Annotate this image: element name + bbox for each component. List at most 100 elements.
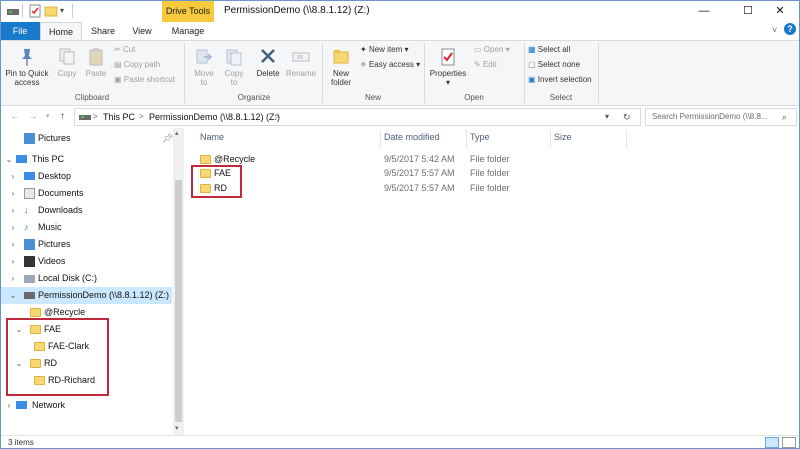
file-row[interactable]: RD 9/5/2017 5:57 AM File folder [194, 181, 594, 195]
nav-item-network[interactable]: › Network [0, 397, 172, 414]
close-button[interactable]: ✕ [764, 0, 796, 22]
nav-item-local-disk[interactable]: › Local Disk (C:) [0, 270, 172, 287]
open-label: Open [483, 45, 504, 54]
tab-manage[interactable]: Manage [162, 22, 214, 40]
collapse-ribbon-icon[interactable]: ˅ [772, 25, 777, 35]
copy-button[interactable]: Copy [54, 47, 80, 78]
open-button[interactable]: ▭ Open ▾ [474, 44, 510, 56]
chevron-right-icon[interactable]: › [4, 397, 14, 414]
customize-toolbar-icon[interactable]: ▾ [60, 4, 64, 18]
nav-scrollbar-thumb[interactable] [175, 180, 182, 422]
back-arrow-icon[interactable]: ← [10, 107, 20, 127]
search-placeholder: Search PermissionDemo (\\8.8... [652, 112, 768, 121]
select-none-button[interactable]: ▢ Select none [528, 59, 580, 71]
column-header-type[interactable]: Type [470, 132, 490, 142]
maximize-button[interactable]: ☐ [732, 0, 764, 22]
help-icon[interactable]: ? [784, 23, 796, 35]
recent-locations-chevron-icon[interactable]: ▾ [46, 107, 50, 127]
tab-home[interactable]: Home [40, 22, 82, 40]
highlight-box [191, 165, 242, 198]
new-item-button[interactable]: ✦ New item ▾ [360, 44, 409, 56]
refresh-icon[interactable]: ↻ [623, 109, 631, 125]
tab-share[interactable]: Share [84, 22, 122, 40]
nav-item-documents[interactable]: › Documents [0, 185, 172, 202]
address-dropdown-icon[interactable]: ▾ [605, 109, 609, 125]
ribbon: Pin to Quick access Copy Paste ✂ Cut ▤ C… [0, 40, 800, 106]
select-all-button[interactable]: ▦ Select all [528, 44, 570, 56]
nav-item-desktop[interactable]: › Desktop [0, 168, 172, 185]
pin-quick-access-button[interactable]: Pin to Quick access [2, 47, 52, 87]
chevron-down-icon: ▾ [503, 45, 510, 54]
chevron-down-icon[interactable]: ⌄ [8, 287, 18, 304]
pin-icon[interactable]: 📌︎ [162, 130, 173, 147]
column-header-name[interactable]: Name [200, 132, 224, 142]
ribbon-tabs: File Home Share View Manage ˅ ? [0, 22, 800, 40]
file-row[interactable]: @Recycle 9/5/2017 5:42 AM File folder [194, 152, 594, 166]
up-arrow-icon[interactable]: ↑ [60, 107, 65, 127]
invert-selection-label: Invert selection [537, 75, 592, 84]
chevron-down-icon[interactable]: ⌄ [4, 151, 14, 168]
nav-item-videos[interactable]: › Videos [0, 253, 172, 270]
column-header-size[interactable]: Size [554, 132, 572, 142]
large-icons-view-icon[interactable] [782, 437, 796, 448]
rename-button[interactable]: Rename [284, 47, 318, 78]
move-to-button[interactable]: Move to [190, 47, 218, 87]
nav-item-this-pc[interactable]: ⌄ This PC [0, 151, 172, 168]
details-view-icon[interactable] [765, 437, 779, 448]
file-row[interactable]: FAE 9/5/2017 5:57 AM File folder [194, 166, 594, 180]
chevron-right-icon[interactable]: › [8, 185, 18, 202]
scroll-up-icon[interactable]: ▴ [175, 129, 179, 137]
delete-button[interactable]: Delete [252, 47, 284, 78]
tab-view[interactable]: View [124, 22, 160, 40]
edit-button[interactable]: ✎ Edit [474, 59, 497, 71]
nav-label: Pictures [38, 133, 71, 143]
copy-to-label-2: to [230, 78, 238, 87]
highlight-box [6, 318, 109, 396]
nav-item-downloads[interactable]: › ↓ Downloads [0, 202, 172, 219]
nav-item-pictures[interactable]: › Pictures [0, 236, 172, 253]
cut-button[interactable]: ✂ Cut [114, 44, 135, 56]
breadcrumb-this-pc[interactable]: This PC [103, 109, 135, 125]
nav-item-permissiondemo[interactable]: ⌄ PermissionDemo (\\8.8.1.12) (Z:) [0, 287, 172, 304]
paste-button[interactable]: Paste [82, 47, 110, 78]
paste-shortcut-button[interactable]: ▣ Paste shortcut [114, 74, 175, 86]
search-input[interactable]: Search PermissionDemo (\\8.8... ⌕ [645, 108, 797, 126]
column-divider[interactable] [380, 130, 381, 148]
chevron-right-icon[interactable]: › [8, 270, 18, 287]
easy-access-button[interactable]: ✧ Easy access ▾ [360, 59, 420, 71]
column-divider[interactable] [626, 130, 627, 148]
tab-file[interactable]: File [0, 22, 40, 40]
minimize-button[interactable]: — [688, 0, 720, 22]
divider [22, 4, 23, 18]
group-label-select: Select [549, 93, 573, 102]
nav-item-pictures-quick[interactable]: Pictures 📌︎ [0, 130, 173, 147]
column-divider[interactable] [550, 130, 551, 148]
chevron-right-icon[interactable]: › [8, 253, 18, 270]
file-list-pane: Name Date modified Type Size @Recycle 9/… [186, 128, 800, 435]
invert-selection-button[interactable]: ▣ Invert selection [528, 74, 592, 86]
column-header-date[interactable]: Date modified [384, 132, 440, 142]
chevron-right-icon[interactable]: › [8, 219, 18, 236]
address-bar[interactable]: > This PC > PermissionDemo (\\8.8.1.12) … [74, 108, 641, 126]
select-none-icon: ▢ [528, 60, 538, 69]
forward-arrow-icon[interactable]: → [28, 107, 38, 127]
scroll-down-icon[interactable]: ▾ [175, 424, 179, 432]
column-divider[interactable] [466, 130, 467, 148]
copy-to-icon [220, 47, 248, 69]
new-folder-icon[interactable] [44, 4, 58, 18]
nav-item-music[interactable]: › ♪ Music [0, 219, 172, 236]
new-folder-label-1: New [332, 69, 349, 78]
properties-button[interactable]: Properties ▾ [428, 47, 468, 87]
new-folder-button[interactable]: New folder [326, 47, 356, 87]
properties-icon[interactable] [28, 4, 42, 18]
rename-icon [284, 47, 318, 69]
chevron-right-icon[interactable]: › [8, 168, 18, 185]
copy-to-button[interactable]: Copy to [220, 47, 248, 87]
copy-to-label-1: Copy [224, 69, 244, 78]
paste-shortcut-icon: ▣ [114, 75, 124, 84]
chevron-right-icon[interactable]: › [8, 202, 18, 219]
copy-path-button[interactable]: ▤ Copy path [114, 59, 160, 71]
chevron-right-icon[interactable]: › [8, 236, 18, 253]
videos-icon [24, 256, 35, 267]
breadcrumb-drive[interactable]: PermissionDemo (\\8.8.1.12) (Z:) [149, 109, 280, 125]
